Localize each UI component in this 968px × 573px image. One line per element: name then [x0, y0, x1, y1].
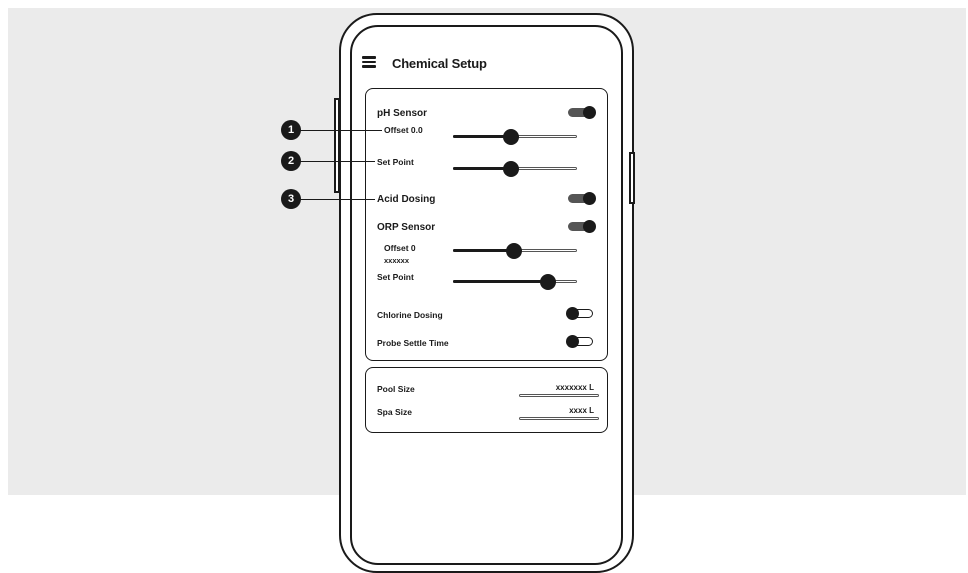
page-title: Chemical Setup	[392, 56, 487, 71]
phone-side-button-right	[629, 152, 635, 204]
acid-dosing-label: Acid Dosing	[377, 194, 436, 205]
slider-fill	[453, 280, 549, 283]
pool-size-label: Pool Size	[377, 384, 415, 394]
volume-settings-card	[365, 367, 608, 433]
spa-size-field-underline[interactable]	[519, 417, 599, 420]
ph-sensor-toggle[interactable]	[568, 106, 596, 119]
spa-size-value[interactable]: xxxx L	[569, 406, 594, 415]
slider-fill	[453, 249, 514, 252]
callout-leader-1	[299, 130, 382, 131]
callout-marker-3: 3	[281, 189, 301, 209]
ph-sensor-label: pH Sensor	[377, 108, 428, 119]
pool-size-field-underline[interactable]	[519, 394, 599, 397]
probe-settle-time-toggle[interactable]	[566, 335, 595, 348]
toggle-knob	[566, 335, 579, 348]
chlorine-dosing-label: Chlorine Dosing	[377, 310, 443, 320]
ph-set-point-label: Set Point	[377, 157, 414, 167]
slider-thumb[interactable]	[503, 161, 520, 177]
slider-thumb[interactable]	[540, 274, 557, 290]
orp-offset-sublabel: xxxxxx	[384, 256, 410, 265]
spa-size-label: Spa Size	[377, 407, 412, 417]
callout-marker-1: 1	[281, 120, 301, 140]
orp-sensor-label: ORP Sensor	[377, 222, 436, 233]
ph-offset-label: Offset 0.0	[384, 125, 423, 135]
probe-settle-time-label: Probe Settle Time	[377, 338, 449, 348]
toggle-knob	[566, 307, 579, 320]
orp-offset-label: Offset 0	[384, 243, 416, 253]
slider-thumb[interactable]	[505, 243, 522, 259]
ph-set-point-slider[interactable]	[453, 161, 577, 177]
hamburger-menu-icon[interactable]	[362, 56, 376, 68]
slider-thumb[interactable]	[503, 129, 520, 145]
chlorine-dosing-toggle[interactable]	[566, 307, 595, 320]
acid-dosing-toggle[interactable]	[568, 192, 596, 205]
toggle-knob	[583, 220, 596, 233]
callout-marker-2: 2	[281, 151, 301, 171]
pool-size-value[interactable]: xxxxxxx L	[556, 383, 594, 392]
callout-leader-2	[299, 161, 375, 162]
orp-set-point-slider[interactable]	[453, 274, 577, 290]
orp-sensor-toggle[interactable]	[568, 220, 596, 233]
orp-offset-slider[interactable]	[453, 243, 577, 259]
ph-offset-slider[interactable]	[453, 129, 577, 145]
toggle-knob	[583, 192, 596, 205]
orp-set-point-label: Set Point	[377, 272, 414, 282]
phone-side-button-left	[334, 98, 340, 193]
toggle-knob	[583, 106, 596, 119]
callout-leader-3	[299, 199, 375, 200]
